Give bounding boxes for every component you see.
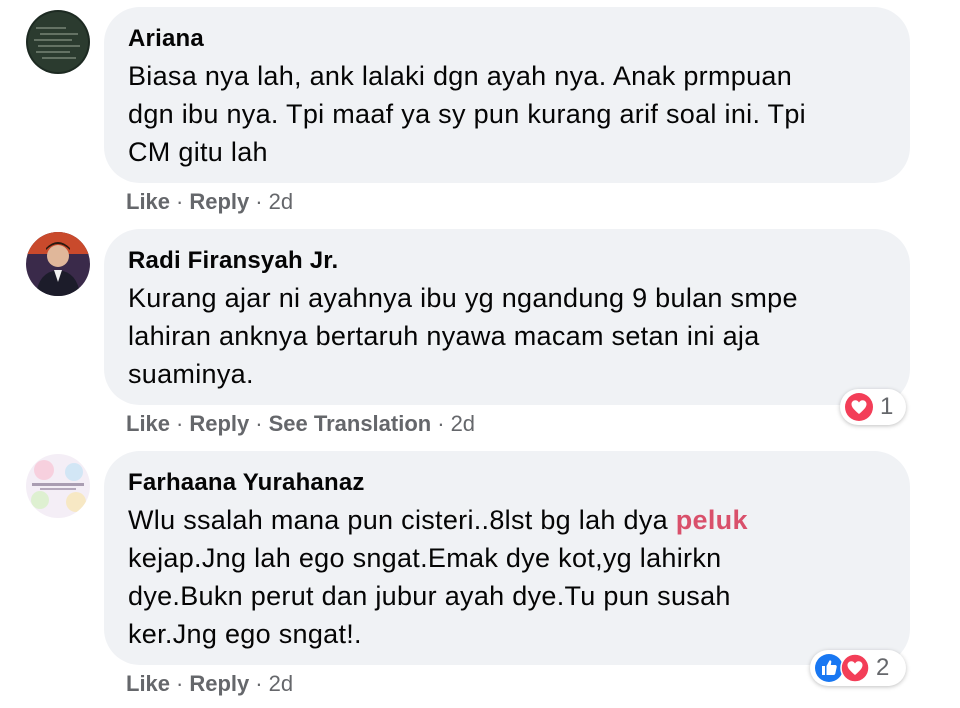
- comment-author[interactable]: Radi Firansyah Jr.: [128, 247, 886, 275]
- comment-actions: Like · Reply · 2d: [126, 188, 293, 216]
- avatar[interactable]: [26, 10, 90, 74]
- reaction-summary[interactable]: 1: [840, 389, 906, 425]
- comment-bubble: Radi Firansyah Jr. Kurang ajar ni ayahny…: [104, 229, 910, 405]
- separator: ·: [437, 411, 445, 436]
- highlighted-word[interactable]: peluk: [676, 505, 748, 535]
- reply-button[interactable]: Reply: [189, 671, 249, 696]
- reaction-summary[interactable]: 2: [810, 650, 906, 686]
- comment-timestamp[interactable]: 2d: [269, 671, 293, 696]
- see-translation-button[interactable]: See Translation: [269, 411, 432, 436]
- separator: ·: [176, 671, 184, 696]
- comment-text: Wlu ssalah mana pun cisteri..8lst bg lah…: [128, 505, 748, 649]
- reply-button[interactable]: Reply: [189, 189, 249, 214]
- comment-bubble: Ariana Biasa nya lah, ank lalaki dgn aya…: [104, 7, 910, 183]
- separator: ·: [176, 189, 184, 214]
- separator: ·: [176, 411, 184, 436]
- comment-text: Kurang ajar ni ayahnya ibu yg ngandung 9…: [128, 283, 798, 389]
- separator: ·: [255, 411, 263, 436]
- comment-author[interactable]: Ariana: [128, 25, 886, 53]
- like-button[interactable]: Like: [126, 411, 170, 436]
- comment-author[interactable]: Farhaana Yurahanaz: [128, 469, 886, 497]
- like-button[interactable]: Like: [126, 189, 170, 214]
- separator: ·: [255, 671, 263, 696]
- reaction-count: 1: [880, 393, 894, 420]
- love-icon: [845, 393, 873, 421]
- comment-actions: Like · Reply · 2d: [126, 670, 293, 698]
- reply-button[interactable]: Reply: [189, 411, 249, 436]
- reaction-count: 2: [876, 654, 890, 681]
- love-icon: [840, 653, 870, 683]
- avatar[interactable]: [26, 232, 90, 296]
- comment-timestamp[interactable]: 2d: [269, 189, 293, 214]
- comment-timestamp[interactable]: 2d: [451, 411, 475, 436]
- like-button[interactable]: Like: [126, 671, 170, 696]
- comment-text: Biasa nya lah, ank lalaki dgn ayah nya. …: [128, 61, 806, 167]
- avatar[interactable]: [26, 454, 90, 518]
- separator: ·: [255, 189, 263, 214]
- comment-actions: Like · Reply · See Translation · 2d: [126, 410, 475, 438]
- comment-bubble: Farhaana Yurahanaz Wlu ssalah mana pun c…: [104, 451, 910, 665]
